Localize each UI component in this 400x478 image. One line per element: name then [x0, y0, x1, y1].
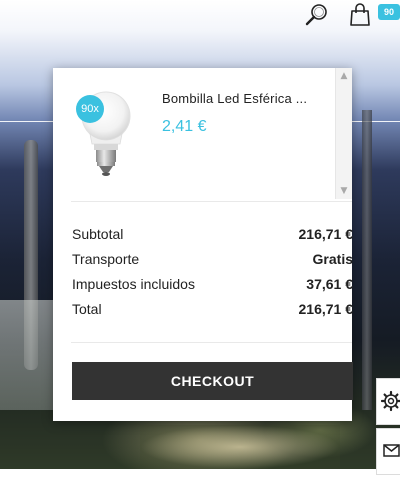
scroll-thumb[interactable] — [339, 84, 349, 182]
divider — [71, 201, 352, 202]
cart-items-list: 90x Bombilla Led Esférica ... 2,41 € ▲ ▼ — [53, 68, 352, 199]
total-label: Total — [72, 301, 102, 317]
shopping-bag-icon[interactable] — [348, 3, 372, 27]
search-icon[interactable] — [305, 3, 329, 27]
tax-value: 37,61 € — [306, 276, 353, 292]
background-porch — [0, 300, 55, 410]
cart-dropdown: 90x Bombilla Led Esférica ... 2,41 € ▲ ▼… — [53, 68, 353, 421]
subtotal-label: Subtotal — [72, 226, 124, 242]
settings-tool-button[interactable] — [376, 378, 400, 425]
subtotal-value: 216,71 € — [298, 226, 354, 242]
checkout-button[interactable]: CHECKOUT — [72, 362, 353, 400]
envelope-icon — [383, 444, 400, 457]
gear-icon — [380, 390, 400, 412]
total-row: Total 216,71 € — [72, 301, 353, 321]
total-value: 216,71 € — [298, 301, 354, 317]
quantity-badge: 90x — [76, 95, 104, 123]
cart-items-scrollbar[interactable]: ▲ ▼ — [335, 68, 352, 199]
shipping-label: Transporte — [72, 251, 140, 267]
scroll-down-arrow-icon[interactable]: ▼ — [339, 186, 349, 196]
tax-row: Impuestos incluidos 37,61 € — [72, 276, 353, 296]
product-price: 2,41 € — [162, 118, 207, 135]
cart-count-badge[interactable]: 90 — [378, 4, 400, 20]
scroll-up-arrow-icon[interactable]: ▲ — [339, 71, 349, 81]
background-foliage — [140, 425, 340, 469]
background-tree — [362, 110, 372, 410]
subtotal-row: Subtotal 216,71 € — [72, 226, 353, 246]
tax-label: Impuestos incluidos — [72, 276, 195, 292]
shipping-row: Transporte Gratis — [72, 251, 353, 271]
product-name-link[interactable]: Bombilla Led Esférica ... — [162, 91, 327, 106]
divider — [71, 342, 352, 343]
shipping-value: Gratis — [312, 251, 353, 267]
contact-tool-button[interactable] — [376, 428, 400, 475]
